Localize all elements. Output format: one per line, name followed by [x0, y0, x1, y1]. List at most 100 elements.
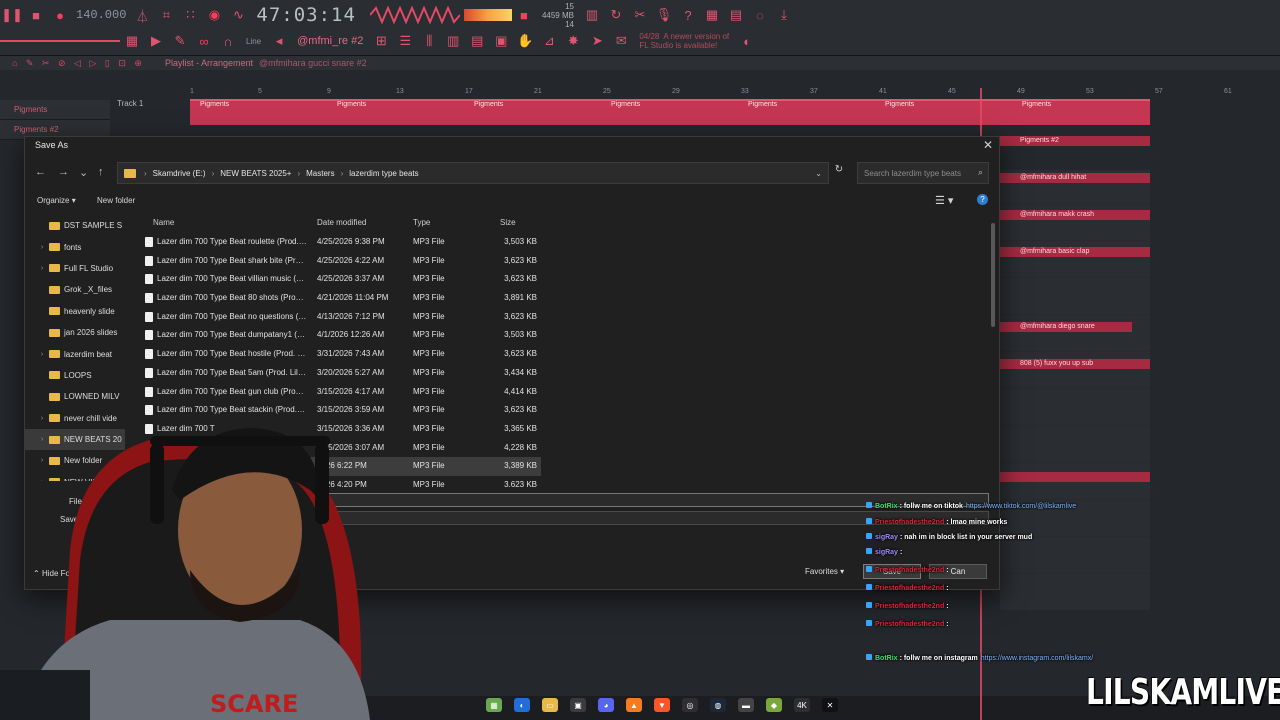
chevron-right-icon[interactable]: › [35, 244, 49, 251]
file-row[interactable]: Lazer dim 700 Type Beat dumpatany1 (Pr..… [141, 326, 541, 345]
size-column-header[interactable]: Size [500, 218, 516, 227]
sidebar-folder-item[interactable]: › Full FL Studio [25, 258, 125, 279]
notification-icon[interactable]: ✉ [612, 32, 630, 50]
chat-icon[interactable]: ◌ [751, 6, 769, 24]
discord-icon[interactable]: ◕ [598, 698, 614, 712]
breadcrumb-item[interactable]: NEW BEATS 2025+ [220, 169, 291, 178]
arrow-left-icon[interactable]: ◂ [270, 32, 288, 50]
file-explorer-icon[interactable]: ▦ [486, 698, 502, 712]
file-row[interactable]: Lazer dim 700 Type Beat hostile (Prod. L… [141, 345, 541, 364]
arrows-icon[interactable]: ➤ [588, 32, 606, 50]
folder-icon[interactable]: ▭ [542, 698, 558, 712]
download-icon[interactable]: ⤓ [775, 6, 793, 24]
edge-icon[interactable]: ◐ [514, 698, 530, 712]
sidebar-folder-item[interactable]: Grok _X_files [25, 279, 125, 300]
refresh-icon[interactable]: ↻ [831, 164, 847, 175]
store-icon[interactable]: ▣ [570, 698, 586, 712]
piano-roll-icon[interactable]: ▦ [123, 32, 141, 50]
add-pattern-icon[interactable]: ⊞ [372, 32, 390, 50]
dropbox-icon[interactable]: ◆ [766, 698, 782, 712]
pattern-clip[interactable]: 808 (5) fuxx you up sub [1000, 359, 1150, 369]
brave-icon[interactable]: ▼ [654, 698, 670, 712]
file-row[interactable]: Lazer dim 700 Type Beat shark bite (Prod… [141, 252, 541, 271]
refresh-icon[interactable]: ↻ [607, 6, 625, 24]
pattern-selector[interactable]: @mfmi_re #2 [297, 35, 363, 47]
name-column-header[interactable]: Name [153, 218, 174, 227]
playlist-icon[interactable]: ☰ [396, 32, 414, 50]
mixer-icon[interactable]: ▦ [703, 6, 721, 24]
touch-icon[interactable]: ✋ [516, 32, 534, 50]
scrollbar[interactable] [991, 223, 995, 327]
browser-icon[interactable]: ▤ [468, 32, 486, 50]
type-column-header[interactable]: Type [413, 218, 430, 227]
address-bar[interactable]: › Skamdrive (E:) › NEW BEATS 2025+ › Mas… [117, 162, 829, 184]
pattern-clip[interactable] [1000, 472, 1150, 482]
help-icon[interactable]: ? [977, 194, 988, 205]
pattern-clip[interactable]: @mfmihara basic clap [1000, 247, 1150, 257]
mixer-view-icon[interactable]: ⫼ [420, 32, 438, 50]
capcut-icon[interactable]: ✕ [822, 698, 838, 712]
play-pattern-icon[interactable]: ▶ [147, 32, 165, 50]
pause-icon[interactable]: ❚❚ [1, 6, 23, 24]
fl-logo-icon[interactable]: ◐ [738, 32, 756, 50]
track-1-clips[interactable] [190, 99, 1150, 125]
file-row[interactable]: Lazer dim 700 Type Beat no questions (Pr… [141, 308, 541, 327]
step-edit-icon[interactable]: ∿ [229, 6, 247, 24]
favorites-dropdown[interactable]: Favorites ▾ [805, 567, 844, 576]
new-folder-button[interactable]: New folder [97, 196, 135, 205]
app-icon[interactable]: ▬ [738, 698, 754, 712]
microphone-icon[interactable]: 🎙 [655, 6, 673, 24]
channel-view-icon[interactable]: ▥ [444, 32, 462, 50]
up-folder-icon[interactable]: ↑ [98, 166, 104, 178]
snap-selector[interactable]: Line [246, 37, 261, 46]
forward-icon[interactable]: → [58, 166, 69, 178]
playlist-tool-icons[interactable]: ⌂ ✎ ✂ ⊘ ◁ ▷ ▯ ⊡ ⊕ [12, 58, 145, 69]
obs-icon[interactable]: ◎ [682, 698, 698, 712]
file-row[interactable]: Lazer dim 700 Type Beat gun club (Prod. … [141, 383, 541, 402]
sidebar-folder-item[interactable]: DST SAMPLE S [25, 215, 125, 236]
organize-button[interactable]: Organize ▾ [37, 196, 76, 205]
4k-icon[interactable]: 4K [794, 698, 810, 712]
timeline-ruler[interactable]: 1 5 9 13 17 21 25 29 33 37 41 45 49 53 5… [188, 86, 1280, 100]
back-icon[interactable]: ← [35, 166, 46, 178]
chevron-right-icon[interactable]: › [35, 265, 49, 272]
magnet-icon[interactable]: ∩ [219, 32, 237, 50]
metronome-icon[interactable]: ⏃ [133, 6, 151, 24]
date-column-header[interactable]: Date modified [317, 218, 366, 227]
sidebar-folder-item[interactable]: jan 2026 slides [25, 322, 125, 343]
breadcrumb-item[interactable]: Masters [306, 169, 334, 178]
breadcrumb-item[interactable]: Skamdrive (E:) [153, 169, 206, 178]
search-input[interactable]: Search lazerdim type beats ⌕ [857, 162, 989, 184]
file-row[interactable]: Lazer dim 700 Type Beat roulette (Prod. … [141, 233, 541, 252]
update-notice[interactable]: 04/28 A newer version of FL Studio is av… [639, 32, 729, 50]
channel-rack-icon[interactable]: ▤ [727, 6, 745, 24]
pattern-clip[interactable]: @mfmihara diego snare [1000, 322, 1132, 332]
file-row[interactable]: Lazer dim 700 Type Beat 5am (Prod. Lil S… [141, 364, 541, 383]
breadcrumb-item[interactable]: lazerdim type beats [349, 169, 418, 178]
chat-link[interactable]: https://www.instagram.com/lilskamx/ [981, 655, 1093, 662]
bug-icon[interactable]: ✸ [564, 32, 582, 50]
pattern-clip[interactable]: @mfmihara dull hihat [1000, 173, 1150, 183]
steam-icon[interactable]: ◍ [710, 698, 726, 712]
file-row[interactable]: Lazer dim 700 Type Beat villian music (P… [141, 270, 541, 289]
sidebar-folder-item[interactable]: › fonts [25, 236, 125, 257]
track-1-label[interactable]: Track 1 [117, 99, 143, 108]
master-volume-slider[interactable] [0, 40, 120, 42]
blend-notes-icon[interactable]: ∷ [181, 6, 199, 24]
recent-locations-icon[interactable]: ⌄ [79, 166, 88, 179]
sidebar-folder-item[interactable]: › lazerdim beat [25, 343, 125, 364]
pattern-item[interactable]: Pigments [0, 100, 110, 120]
fl-studio-icon[interactable]: ▲ [626, 698, 642, 712]
sidebar-folder-item[interactable]: heavenly slide [25, 301, 125, 322]
pencil-icon[interactable]: ✎ [171, 32, 189, 50]
chevron-right-icon[interactable]: › [35, 351, 49, 358]
file-row[interactable]: Lazer dim 700 Type Beat 80 shots (Prod. … [141, 289, 541, 308]
tempo-display[interactable]: 140.000 [76, 8, 126, 22]
close-icon[interactable]: ✕ [983, 138, 993, 152]
chat-link[interactable]: https://www.tiktok.com/@lilskamlive [966, 503, 1076, 510]
countdown-icon[interactable]: ⌗ [157, 6, 175, 24]
pattern-clip[interactable]: @mfmihara makk crash [1000, 210, 1150, 220]
help-icon[interactable]: ? [679, 6, 697, 24]
pattern-clip[interactable]: Pigments #2 [1000, 136, 1150, 146]
mixer-fader-icon[interactable]: ⊿ [540, 32, 558, 50]
